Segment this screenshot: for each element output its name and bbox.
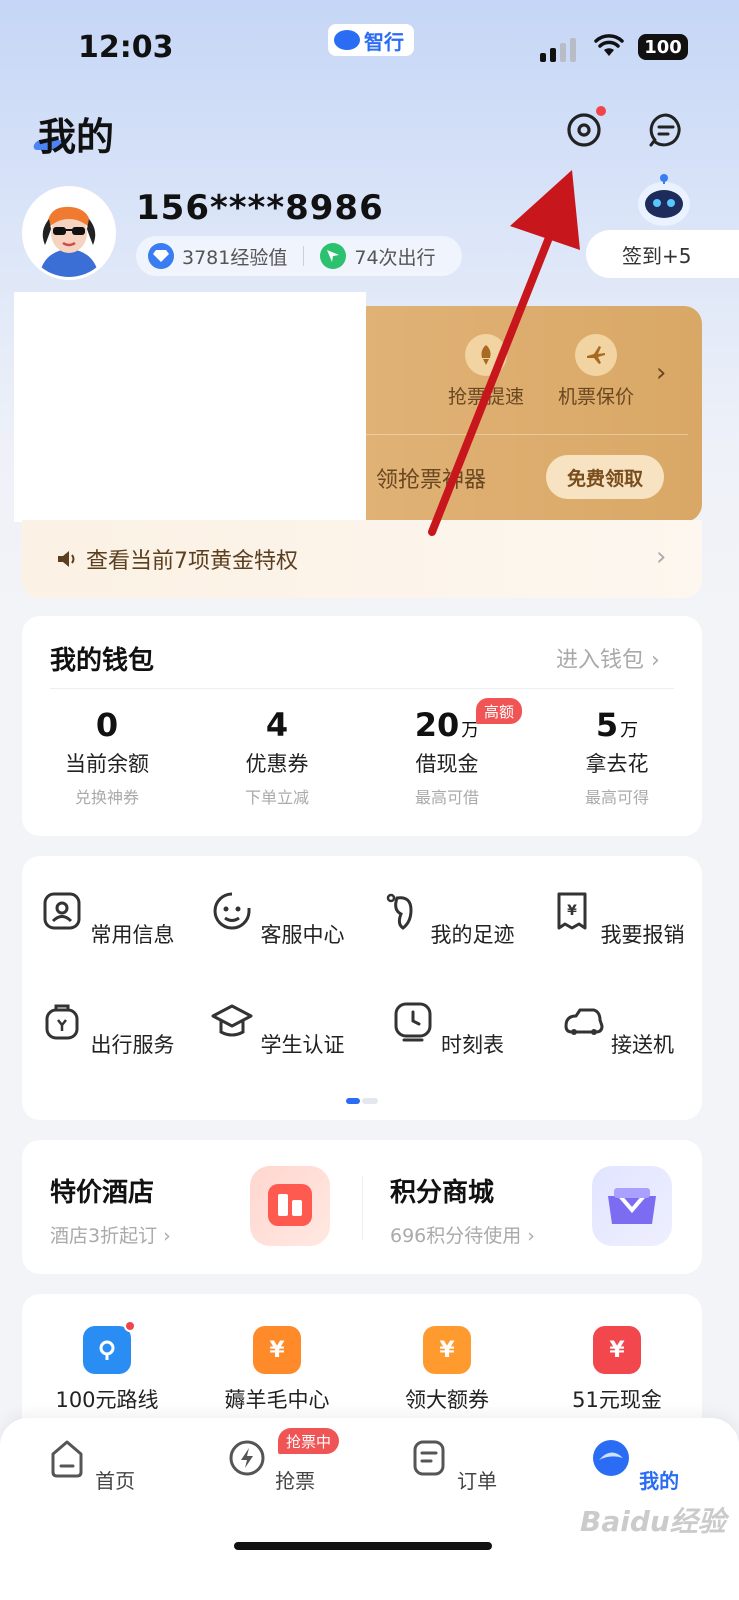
tab-home[interactable]: 首页 (30, 1436, 150, 1494)
lightning-icon (229, 1440, 265, 1476)
tab-label: 订单 (457, 1469, 498, 1493)
order-list-icon (413, 1440, 445, 1476)
home-indicator[interactable] (234, 1542, 492, 1550)
grabbing-badge: 抢票中 (278, 1428, 340, 1454)
tab-orders[interactable]: 订单 (392, 1436, 512, 1494)
tab-label: 抢票 (275, 1469, 316, 1493)
tab-label: 首页 (95, 1469, 136, 1493)
home-icon (51, 1440, 83, 1478)
watermark-text: Baidu经验 (580, 1505, 726, 1538)
tab-mine[interactable]: 我的 (574, 1436, 694, 1494)
profile-active-icon (592, 1440, 629, 1476)
annotation-arrow (428, 170, 580, 536)
tab-label: 我的 (639, 1469, 680, 1493)
